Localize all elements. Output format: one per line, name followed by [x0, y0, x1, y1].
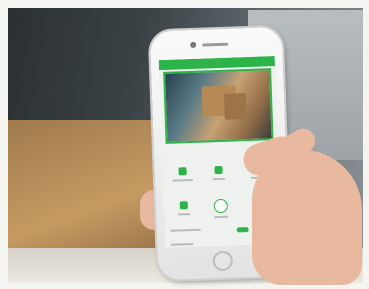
- record-icon[interactable]: [213, 198, 229, 214]
- photo-scene: [0, 0, 369, 289]
- tile-label: [172, 178, 193, 182]
- light-icon[interactable]: [214, 165, 223, 175]
- camera-icon[interactable]: [178, 167, 187, 176]
- front-camera-icon: [190, 41, 197, 48]
- tile-label: [178, 213, 191, 216]
- tile-label: [212, 177, 225, 181]
- option-label: [170, 228, 201, 232]
- earpiece: [202, 42, 229, 47]
- tile-label: [214, 215, 229, 219]
- package: [223, 93, 247, 120]
- footer-label: [171, 242, 194, 246]
- home-button[interactable]: [212, 250, 234, 272]
- alarm-icon[interactable]: [179, 201, 188, 210]
- live-camera-view[interactable]: [163, 68, 274, 144]
- option-toggle-on[interactable]: [236, 227, 249, 233]
